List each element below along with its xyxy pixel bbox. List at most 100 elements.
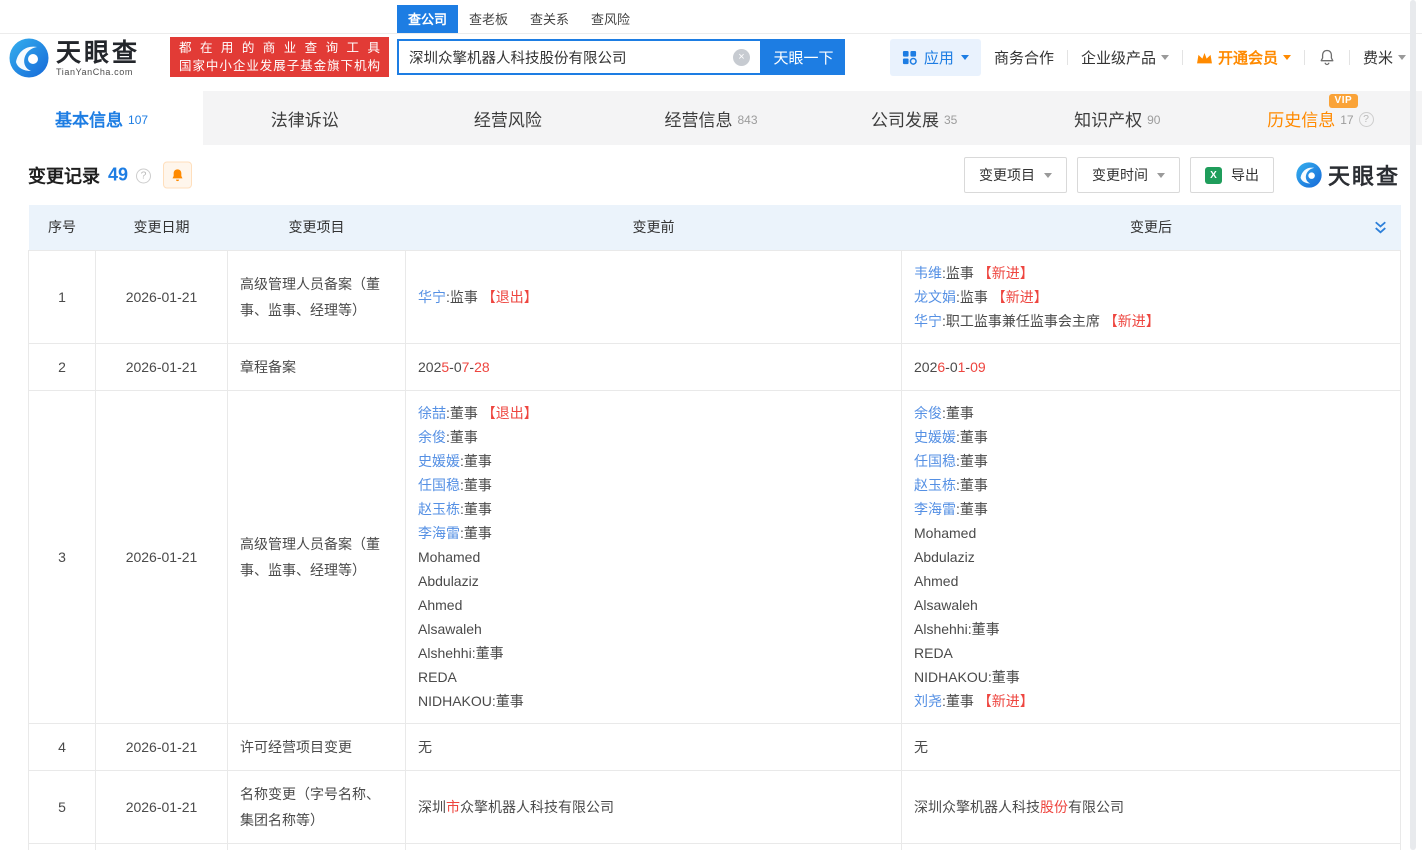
tab-label: 经营信息 — [664, 106, 732, 131]
caret-down-icon — [961, 55, 969, 64]
cell-date: 2026-01-21 — [96, 390, 228, 723]
cell-line: 深圳众擎机器人科技股份有限公司 — [914, 795, 1388, 819]
text-segment: REDA — [914, 645, 953, 661]
bell-icon — [1318, 48, 1336, 67]
tab-operation-risk[interactable]: 经营风险 — [406, 91, 609, 145]
person-link[interactable]: 余俊 — [914, 405, 942, 421]
search-tab-boss[interactable]: 查老板 — [458, 5, 519, 33]
text-segment: Alshehhi:董事 — [914, 621, 1000, 637]
cell-item: 名称变更（字号名称、集团名称等） — [228, 770, 406, 843]
column-header-no: 序号 — [29, 205, 96, 250]
cell — [902, 843, 1401, 850]
text-segment: :董事 — [446, 429, 478, 445]
column-header-date: 变更日期 — [96, 205, 228, 250]
tab-basic-info[interactable]: 基本信息107 — [0, 91, 203, 145]
clear-search-icon[interactable]: × — [733, 49, 750, 66]
tianyancha-logo[interactable]: 天眼查 TianYanCha.com — [9, 38, 140, 78]
subscribe-bell-button[interactable] — [163, 162, 192, 189]
cell-date: 2026-01-21 — [96, 250, 228, 343]
cell-line: 徐喆:董事 【退出】 — [418, 401, 889, 425]
records-count: 49 — [108, 165, 128, 186]
menu-business-cooperation[interactable]: 商务合作 — [994, 47, 1054, 68]
text-segment: 众擎机器人科技有限公司 — [460, 799, 614, 815]
help-icon[interactable]: ? — [136, 169, 151, 184]
user-menu[interactable]: 费米 — [1363, 47, 1406, 68]
cell-item: 章程备案 — [228, 343, 406, 390]
text-segment: 202 — [914, 359, 937, 375]
change-tag: 【新进】 — [992, 289, 1048, 305]
menu-enterprise-products[interactable]: 企业级产品 — [1081, 47, 1169, 68]
cell-line: REDA — [914, 641, 1388, 665]
brand-name: 天眼查 — [1328, 159, 1400, 191]
filter-change-time-button[interactable]: 变更时间 — [1077, 157, 1180, 193]
notifications-button[interactable] — [1318, 48, 1336, 67]
person-link[interactable]: 史媛媛 — [418, 453, 460, 469]
tab-count: 17 — [1340, 113, 1353, 127]
text-segment: :职工监事兼任监事会主席 — [942, 313, 1104, 329]
export-button[interactable]: X 导出 — [1190, 157, 1274, 193]
text-segment: :董事 — [446, 405, 482, 421]
person-link[interactable]: 华宁 — [418, 289, 446, 305]
promo-badge[interactable]: 都在用的商业查询工具 国家中小企业发展子基金旗下机构 — [170, 37, 389, 77]
person-link[interactable]: 徐喆 — [418, 405, 446, 421]
tab-history-info[interactable]: 历史信息17VIP? — [1219, 91, 1422, 145]
section-title-group: 变更记录 49 ? — [28, 162, 192, 189]
search-tab-risk[interactable]: 查风险 — [580, 5, 641, 33]
person-link[interactable]: 史媛媛 — [914, 429, 956, 445]
person-link[interactable]: 华宁 — [914, 313, 942, 329]
person-link[interactable]: 任国稳 — [914, 453, 956, 469]
cell-line: REDA — [418, 665, 889, 689]
table-row: 52026-01-21名称变更（字号名称、集团名称等）深圳市众擎机器人科技有限公… — [29, 770, 1401, 843]
search-tab-relation[interactable]: 查关系 — [519, 5, 580, 33]
person-link[interactable]: 李海雷 — [418, 525, 460, 541]
top-strip: 查公司查老板查关系查风险 — [0, 0, 1422, 34]
apps-menu[interactable]: 应用 — [890, 39, 981, 76]
change-tag: 【退出】 — [482, 289, 538, 305]
collapse-all-icon[interactable] — [1372, 218, 1389, 236]
cell — [228, 843, 406, 850]
person-link[interactable]: 任国稳 — [418, 477, 460, 493]
help-icon[interactable]: ? — [1359, 112, 1374, 127]
person-link[interactable]: 赵玉栋 — [914, 477, 956, 493]
divider — [1349, 50, 1350, 65]
text-segment: Abdulaziz — [914, 549, 975, 565]
text-segment: :监事 — [956, 289, 992, 305]
search-tab-company[interactable]: 查公司 — [397, 5, 458, 33]
tab-label: 经营风险 — [474, 106, 542, 131]
text-segment: :董事 — [942, 693, 978, 709]
cell-line: Mohamed — [914, 521, 1388, 545]
search-button[interactable]: 天眼一下 — [762, 39, 845, 75]
tab-label: 公司发展 — [871, 106, 939, 131]
tab-intellectual-property[interactable]: 知识产权90 — [1016, 91, 1219, 145]
tab-development[interactable]: 公司发展35 — [813, 91, 1016, 145]
vip-badge: VIP — [1329, 94, 1359, 108]
open-vip-button[interactable]: 开通会员 — [1196, 47, 1291, 68]
cell-no: 5 — [29, 770, 96, 843]
person-link[interactable]: 赵玉栋 — [418, 501, 460, 517]
person-link[interactable]: 韦维 — [914, 265, 942, 281]
person-link[interactable]: 李海雷 — [914, 501, 956, 517]
cell-line: 余俊:董事 — [914, 401, 1388, 425]
search-input[interactable] — [409, 49, 733, 65]
cell-after: 韦维:监事 【新进】龙文娟:监事 【新进】华宁:职工监事兼任监事会主席 【新进】 — [902, 250, 1401, 343]
filter-change-item-button[interactable]: 变更项目 — [964, 157, 1067, 193]
cell-line: 刘尧:董事 【新进】 — [914, 689, 1388, 713]
cell-before: 无 — [406, 723, 902, 770]
text-segment: 无 — [914, 739, 928, 755]
cell-no: 4 — [29, 723, 96, 770]
cell-item: 许可经营项目变更 — [228, 723, 406, 770]
text-segment: Abdulaziz — [418, 573, 479, 589]
change-tag: 【新进】 — [978, 693, 1034, 709]
tab-business-info[interactable]: 经营信息843 — [609, 91, 812, 145]
column-header-after: 变更后 — [902, 205, 1401, 250]
text-segment: NIDHAKOU:董事 — [914, 669, 1020, 685]
person-link[interactable]: 余俊 — [418, 429, 446, 445]
cell-item: 高级管理人员备案（董事、监事、经理等） — [228, 390, 406, 723]
page-scrollbar[interactable] — [1410, 0, 1416, 850]
tab-legal[interactable]: 法律诉讼 — [203, 91, 406, 145]
tab-count: 90 — [1147, 113, 1160, 127]
text-segment: :董事 — [460, 525, 492, 541]
person-link[interactable]: 刘尧 — [914, 693, 942, 709]
person-link[interactable]: 龙文娟 — [914, 289, 956, 305]
filter-label: 变更项目 — [979, 165, 1035, 185]
